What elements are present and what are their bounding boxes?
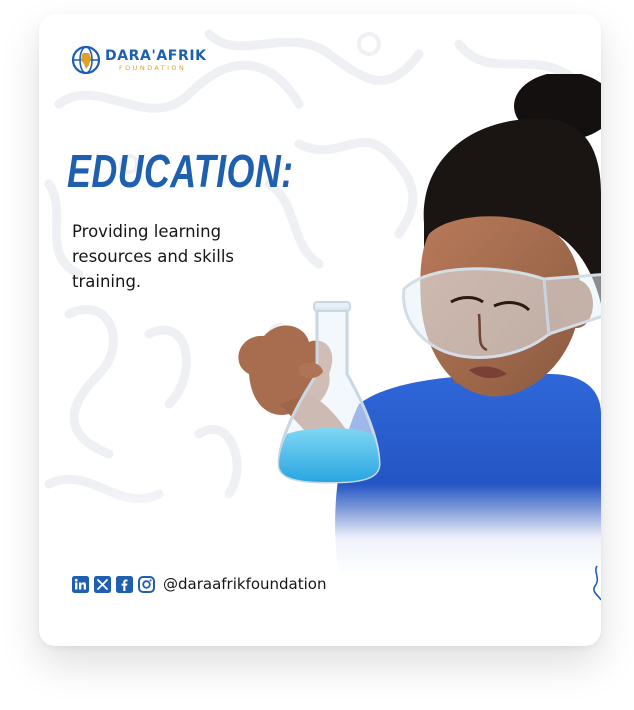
- social-handle[interactable]: @daraafrikfoundation: [163, 575, 326, 593]
- post-card: DARA'AFRIK FOUNDATION EDUCATION: Providi…: [39, 14, 601, 646]
- instagram-icon[interactable]: [138, 575, 155, 593]
- social-bar: @daraafrikfoundation: [72, 575, 326, 593]
- brand-logo: DARA'AFRIK FOUNDATION: [71, 44, 207, 76]
- bottom-fade-overlay: [39, 484, 601, 574]
- canvas: DARA'AFRIK FOUNDATION EDUCATION: Providi…: [0, 0, 634, 710]
- x-icon[interactable]: [94, 575, 111, 593]
- globe-africa-logo-icon: [71, 45, 101, 75]
- facebook-icon[interactable]: [116, 575, 133, 593]
- brand-name: DARA'AFRIK: [105, 47, 207, 64]
- tagline: Providing learning resources and skills …: [72, 222, 234, 291]
- brand-subtitle: FOUNDATION: [119, 63, 187, 72]
- linkedin-icon[interactable]: [72, 575, 89, 593]
- page-title: EDUCATION:: [67, 145, 294, 197]
- decorative-scribble-icon: [593, 565, 601, 601]
